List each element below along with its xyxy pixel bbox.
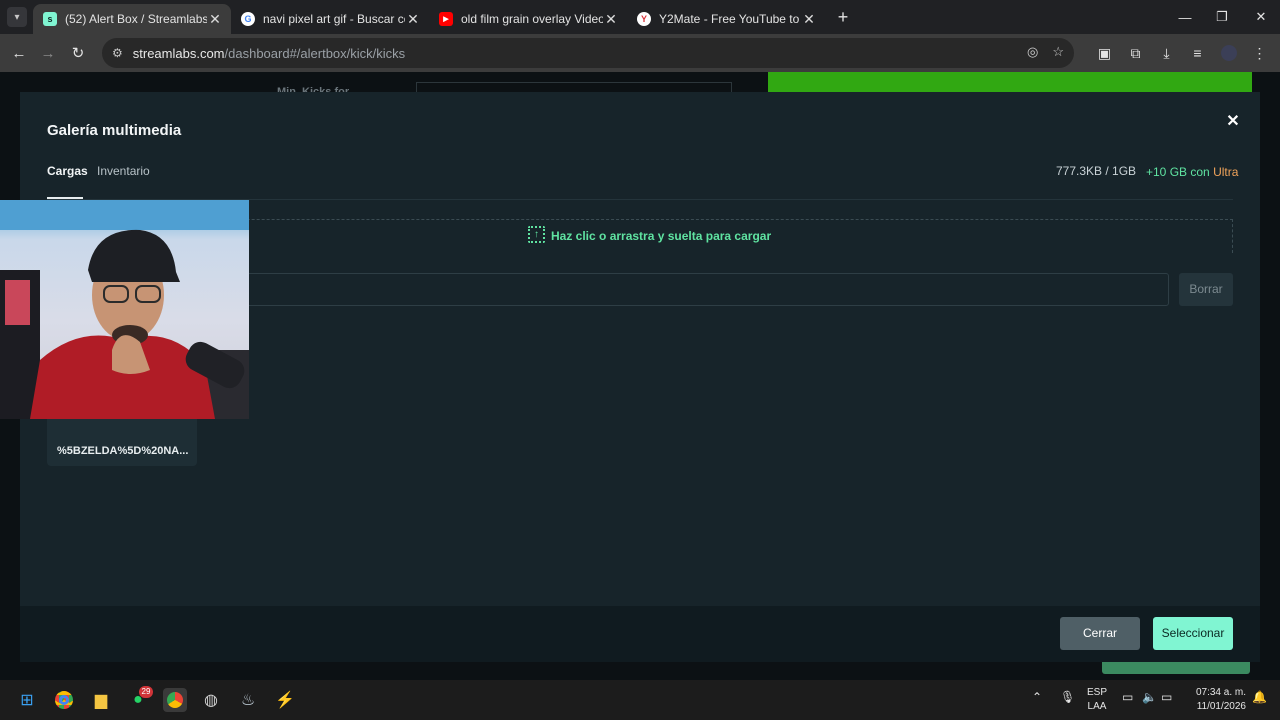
tab-title: old film grain overlay Video Au bbox=[461, 12, 603, 26]
webcam-person-image bbox=[0, 200, 249, 419]
download-icon[interactable]: ⤓ bbox=[1154, 38, 1179, 68]
tab-search-button[interactable]: ▾ bbox=[7, 7, 27, 27]
bookmark-star-icon[interactable]: ☆ bbox=[1052, 44, 1064, 60]
chrome-active-icon[interactable] bbox=[163, 688, 187, 712]
tab-inventory[interactable]: Inventario bbox=[97, 164, 150, 178]
browser-tab-y2mate[interactable]: Y Y2Mate - Free YouTube to MP3 ✕ bbox=[627, 4, 825, 34]
tray-chevron-icon[interactable]: ⌃ bbox=[1032, 690, 1042, 704]
language-indicator[interactable]: ESP LAA bbox=[1084, 686, 1110, 714]
clock-time: 07:34 a. m. bbox=[1195, 687, 1246, 698]
new-tab-button[interactable]: + bbox=[829, 7, 857, 28]
obs-icon[interactable]: ◍ bbox=[199, 688, 223, 712]
browser-tab-streamlabs[interactable]: s (52) Alert Box / Streamlabs ✕ bbox=[33, 4, 231, 34]
close-tab-icon[interactable]: ✕ bbox=[603, 11, 619, 28]
browser-tab-google[interactable]: G navi pixel art gif - Buscar con G ✕ bbox=[231, 4, 429, 34]
keyboard-layout: LAA bbox=[1087, 701, 1107, 712]
reload-icon[interactable]: ↻ bbox=[63, 38, 93, 68]
close-button[interactable]: Cerrar bbox=[1060, 617, 1140, 650]
tab-title: Y2Mate - Free YouTube to MP3 bbox=[659, 12, 801, 26]
language-code: ESP bbox=[1086, 687, 1107, 698]
back-arrow-icon[interactable]: ← bbox=[4, 38, 34, 68]
restore-icon[interactable]: ❐ bbox=[1203, 0, 1241, 34]
steam-icon[interactable]: ♨ bbox=[236, 688, 260, 712]
tab-uploads[interactable]: Cargas bbox=[47, 164, 88, 178]
battery-icon[interactable]: ▭ bbox=[1161, 690, 1172, 704]
address-bar[interactable]: ⚙ streamlabs.com/dashboard#/alertbox/kic… bbox=[102, 38, 1074, 68]
system-clock[interactable]: 07:34 a. m. 11/01/2026 bbox=[1190, 686, 1246, 714]
notifications-icon[interactable]: 🔔 bbox=[1252, 690, 1267, 704]
url-host: streamlabs.com bbox=[132, 45, 225, 61]
media-item[interactable] bbox=[47, 418, 197, 466]
close-tab-icon[interactable]: ✕ bbox=[207, 11, 223, 28]
close-icon[interactable]: ✕ bbox=[1224, 113, 1242, 131]
background-preview bbox=[768, 72, 1252, 92]
close-tab-icon[interactable]: ✕ bbox=[405, 11, 421, 28]
tab-title: (52) Alert Box / Streamlabs bbox=[65, 12, 207, 26]
modal-title: Galería multimedia bbox=[47, 122, 182, 139]
close-tab-icon[interactable]: ✕ bbox=[801, 11, 817, 28]
browser-tab-bar: ▾ s (52) Alert Box / Streamlabs ✕ G navi… bbox=[0, 0, 1280, 34]
dropzone-label[interactable]: Haz clic o arrastra y suelta para cargar bbox=[551, 229, 771, 243]
site-info-icon[interactable]: ⚙ bbox=[112, 46, 123, 60]
whatsapp-badge: 29 bbox=[139, 686, 153, 698]
clock-date: 11/01/2026 bbox=[1196, 701, 1246, 712]
url-path: /dashboard#/alertbox/kick/kicks bbox=[224, 45, 406, 61]
minimize-icon[interactable]: — bbox=[1166, 0, 1204, 34]
chrome-icon[interactable] bbox=[52, 688, 76, 712]
microphone-icon[interactable]: 🎙 bbox=[1060, 690, 1075, 704]
browser-tab-youtube[interactable]: ▶ old film grain overlay Video Au ✕ bbox=[429, 4, 627, 34]
media-item-name: %5BZELDA%5D%20NA... bbox=[57, 445, 189, 457]
close-window-icon[interactable]: ✕ bbox=[1242, 0, 1280, 34]
upgrade-prefix: +10 GB con bbox=[1146, 165, 1210, 179]
google-icon: G bbox=[241, 12, 255, 26]
youtube-icon: ▶ bbox=[439, 12, 453, 26]
streamlabs-icon: s bbox=[43, 12, 57, 26]
browser-toolbar: ← → ↻ ⚙ streamlabs.com/dashboard#/alertb… bbox=[0, 34, 1280, 72]
network-icon[interactable]: ▭ bbox=[1122, 690, 1133, 704]
forward-arrow-icon[interactable]: → bbox=[33, 38, 63, 68]
app-icon[interactable]: ⚡ bbox=[273, 688, 297, 712]
eye-off-icon[interactable]: ◎ bbox=[1027, 44, 1038, 60]
reading-list-icon[interactable]: ≡ bbox=[1185, 38, 1210, 68]
upgrade-link[interactable]: +10 GB con Ultra bbox=[1146, 165, 1238, 179]
upload-icon: ↑ bbox=[528, 226, 545, 243]
tab-title: navi pixel art gif - Buscar con G bbox=[263, 12, 405, 26]
webcam-overlay bbox=[0, 200, 249, 419]
more-menu-icon[interactable]: ⋮ bbox=[1247, 38, 1272, 68]
media-control-icon[interactable]: ▣ bbox=[1092, 38, 1117, 68]
storage-usage: 777.3KB / 1GB bbox=[1056, 164, 1137, 178]
y2mate-icon: Y bbox=[637, 12, 651, 26]
select-button[interactable]: Seleccionar bbox=[1153, 617, 1233, 650]
profile-avatar[interactable] bbox=[1216, 38, 1241, 68]
extensions-icon[interactable]: ⧉ bbox=[1123, 38, 1148, 68]
clear-button[interactable]: Borrar bbox=[1179, 273, 1233, 306]
file-explorer-icon[interactable]: ▆ bbox=[89, 688, 113, 712]
windows-start-icon[interactable]: ⊞ bbox=[15, 688, 39, 712]
volume-icon[interactable]: 🔈 bbox=[1142, 690, 1157, 704]
upgrade-ultra: Ultra bbox=[1213, 165, 1239, 179]
